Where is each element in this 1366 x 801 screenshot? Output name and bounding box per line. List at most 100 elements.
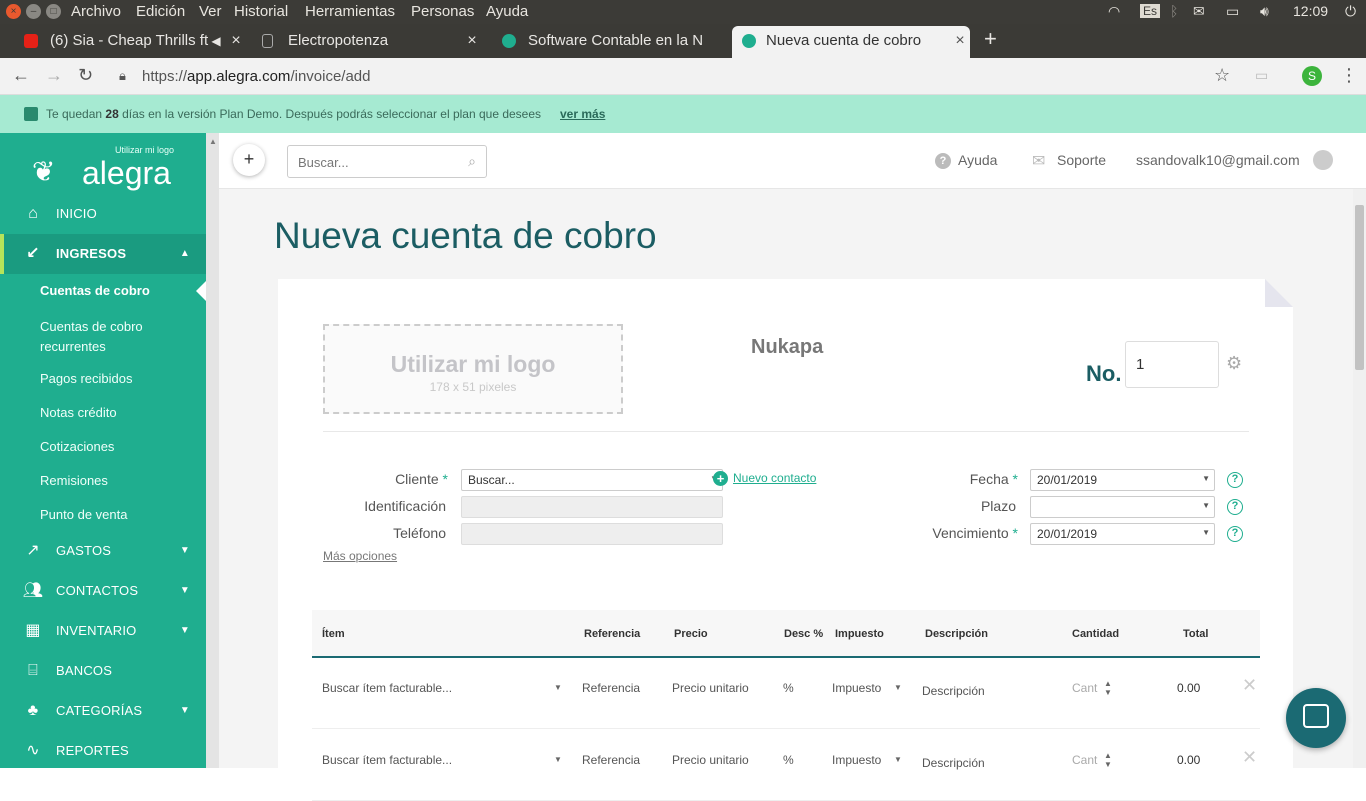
remove-row-icon[interactable]: ✕ (1242, 675, 1257, 696)
close-tab-icon[interactable]: × (226, 26, 246, 56)
sidebar-item-gastos[interactable]: ↗ GASTOS ▼ (0, 531, 206, 571)
tab-nueva-cuenta[interactable]: Nueva cuenta de cobro × (732, 26, 970, 58)
menu-herramientas[interactable]: Herramientas (305, 3, 395, 20)
keyboard-layout-indicator[interactable]: Es (1140, 4, 1161, 18)
forward-icon[interactable]: → (45, 65, 63, 86)
bookmark-star-icon[interactable]: ☆ (1214, 65, 1230, 86)
support-link[interactable]: Soporte (1057, 152, 1106, 168)
sidebar-sub-recurrentes[interactable]: Cuentas de cobro recurrentes (40, 317, 160, 357)
mail-icon[interactable]: ✉ (1193, 3, 1205, 20)
col-item: Ítem (322, 628, 345, 640)
id-field[interactable] (461, 496, 723, 518)
add-circle-icon[interactable]: + (713, 471, 728, 486)
menu-archivo[interactable]: Archivo (71, 3, 121, 20)
quantity-stepper[interactable]: Cant (1072, 681, 1097, 695)
due-help-icon[interactable]: ? (1227, 526, 1243, 542)
stepper-arrows-icon[interactable]: ▲ ▼ (1104, 679, 1112, 697)
sidebar-sub-cotizaciones[interactable]: Cotizaciones (40, 439, 114, 454)
maximize-window-icon[interactable]: □ (46, 4, 61, 19)
reference-input[interactable]: Referencia (582, 753, 640, 767)
categories-icon: ♣ (27, 702, 39, 719)
audio-icon[interactable]: ◀ (206, 26, 226, 56)
tab-youtube[interactable]: (6) Sia - Cheap Thrills ft ◀ × (24, 26, 246, 58)
chat-launcher-button[interactable] (1286, 688, 1346, 748)
tab-software-contable[interactable]: Software Contable en la N (502, 26, 724, 58)
volume-icon[interactable]: 🔊︎ (1260, 3, 1269, 20)
discount-input[interactable]: % (783, 753, 794, 767)
sidebar-item-inventario[interactable]: ▦ INVENTARIO ▼ (0, 611, 206, 651)
close-tab-icon[interactable]: × (462, 26, 482, 56)
cast-icon[interactable]: ▭ (1255, 67, 1268, 84)
user-email[interactable]: ssandovalk10@gmail.com (1136, 152, 1300, 168)
description-input[interactable]: Descripción (922, 684, 985, 698)
sidebar-scrollbar[interactable]: ▲ (206, 133, 219, 768)
more-options-link[interactable]: Más opciones (323, 549, 397, 563)
term-help-icon[interactable]: ? (1227, 499, 1243, 515)
sidebar-item-categorias[interactable]: ♣ CATEGORÍAS ▼ (0, 691, 206, 731)
power-icon[interactable]: ⏻ (1345, 3, 1356, 20)
browser-menu-icon[interactable]: ⋮ (1340, 65, 1358, 86)
stepper-arrows-icon[interactable]: ▲ ▼ (1104, 751, 1112, 769)
url-field[interactable]: https://app.alegra.com/invoice/add (142, 68, 371, 85)
menu-historial[interactable]: Historial (234, 3, 288, 20)
phone-field[interactable] (461, 523, 723, 545)
menu-ver[interactable]: Ver (199, 3, 222, 20)
date-field[interactable]: 20/01/2019 ▼ (1030, 469, 1215, 491)
sidebar-sub-cuentas-de-cobro[interactable]: Cuentas de cobro (40, 283, 150, 298)
sidebar-item-contactos[interactable]: 👥︎ CONTACTOS ▼ (0, 571, 206, 611)
help-link[interactable]: Ayuda (958, 152, 997, 168)
bluetooth-icon[interactable]: ᛒ (1170, 3, 1178, 19)
tax-select[interactable]: Impuesto (832, 753, 881, 767)
sidebar-sub-pagos-recibidos[interactable]: Pagos recibidos (40, 371, 133, 386)
date-help-icon[interactable]: ? (1227, 472, 1243, 488)
client-select[interactable]: Buscar... ▼ (461, 469, 723, 491)
search-input[interactable]: Buscar... ⌕ (287, 145, 487, 178)
item-select[interactable]: Buscar ítem facturable... (322, 753, 452, 767)
lock-icon[interactable]: 🔒︎ (119, 68, 126, 84)
wifi-icon[interactable]: ◠ (1108, 3, 1120, 20)
sidebar-sub-remisiones[interactable]: Remisiones (40, 473, 108, 488)
discount-input[interactable]: % (783, 681, 794, 695)
term-select[interactable]: ▼ (1030, 496, 1215, 518)
back-icon[interactable]: ← (12, 65, 30, 86)
reload-icon[interactable]: ↻ (78, 65, 93, 86)
sidebar-item-bancos[interactable]: ⌸ BANCOS (0, 651, 206, 691)
tab-electropotenza[interactable]: Electropotenza × (262, 26, 482, 58)
client-label: Cliente * (395, 471, 448, 487)
tax-select[interactable]: Impuesto (832, 681, 881, 695)
sidebar-item-ingresos[interactable]: ↙ INGRESOS ▲ (0, 234, 206, 274)
new-tab-icon[interactable]: + (984, 26, 997, 52)
clock[interactable]: 12:09 (1293, 3, 1328, 19)
due-date-field[interactable]: 20/01/2019 ▼ (1030, 523, 1215, 545)
main-scrollbar[interactable] (1353, 189, 1366, 768)
quick-add-button[interactable]: + (233, 144, 265, 176)
battery-icon[interactable]: ▭ (1226, 3, 1239, 20)
price-input[interactable]: Precio unitario (672, 753, 749, 767)
close-tab-icon[interactable]: × (950, 26, 970, 56)
remove-row-icon[interactable]: ✕ (1242, 747, 1257, 768)
menu-ayuda[interactable]: Ayuda (486, 3, 528, 20)
scroll-up-icon[interactable]: ▲ (209, 137, 217, 146)
sidebar-sub-punto-de-venta[interactable]: Punto de venta (40, 507, 127, 522)
menu-personas[interactable]: Personas (411, 3, 474, 20)
profile-avatar[interactable]: S (1302, 66, 1322, 86)
reference-input[interactable]: Referencia (582, 681, 640, 695)
scrollbar-thumb[interactable] (1355, 205, 1364, 370)
item-select[interactable]: Buscar ítem facturable... (322, 681, 452, 695)
menu-edicion[interactable]: Edición (136, 3, 185, 20)
user-avatar-icon[interactable] (1313, 150, 1333, 170)
minimize-window-icon[interactable]: – (26, 4, 41, 19)
sidebar-sub-notas-credito[interactable]: Notas crédito (40, 405, 117, 420)
price-input[interactable]: Precio unitario (672, 681, 749, 695)
sidebar-item-reportes[interactable]: ∿ REPORTES (0, 731, 206, 771)
close-window-icon[interactable]: × (6, 4, 21, 19)
alegra-logo[interactable]: Utilizar mi logo ❦ alegra (32, 141, 177, 191)
invoice-number-input[interactable]: 1 (1125, 341, 1219, 388)
client-label-text: Cliente (395, 471, 439, 487)
gear-icon[interactable]: ⚙ (1226, 353, 1242, 374)
new-contact-link[interactable]: Nuevo contacto (733, 471, 816, 485)
ver-mas-link[interactable]: ver más (560, 95, 605, 133)
quantity-stepper[interactable]: Cant (1072, 753, 1097, 767)
logo-upload-box[interactable]: Utilizar mi logo 178 x 51 pixeles (323, 324, 623, 414)
sidebar-item-inicio[interactable]: ⌂ INICIO (0, 194, 206, 234)
